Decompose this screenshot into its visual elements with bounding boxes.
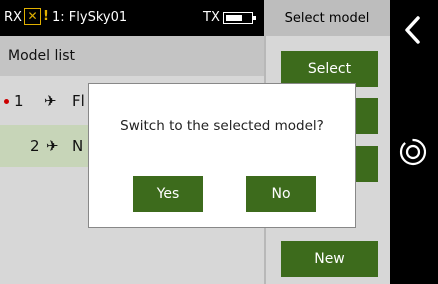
model-name: Fl xyxy=(72,92,85,110)
yes-button[interactable]: Yes xyxy=(133,176,203,212)
page-title: Select model xyxy=(264,0,390,36)
no-button[interactable]: No xyxy=(246,176,316,212)
new-model-button[interactable]: New xyxy=(281,241,378,277)
status-bar: RX ✕ ! 1: FlySky01 TX xyxy=(0,0,264,36)
model-list-header: Model list xyxy=(0,36,264,76)
select-button[interactable]: Select xyxy=(281,51,378,87)
warning-icon: ! xyxy=(43,9,49,24)
back-chevron-icon[interactable] xyxy=(390,10,438,50)
airplane-icon: ✈ xyxy=(46,137,59,155)
active-model-dot xyxy=(4,99,9,104)
confirm-dialog: Switch to the selected model? Yes No xyxy=(88,83,356,228)
rx-error-icon: ✕ xyxy=(24,8,41,25)
model-select-screen: RX ✕ ! 1: FlySky01 TX Select model Model… xyxy=(0,0,390,284)
system-nav-bar xyxy=(390,0,438,284)
rx-label: RX xyxy=(4,10,22,25)
home-circle-icon[interactable] xyxy=(390,128,438,176)
model-name: N xyxy=(72,137,84,155)
model-number: 2 xyxy=(30,137,40,155)
model-number: 1 xyxy=(14,92,24,110)
dialog-message: Switch to the selected model? xyxy=(120,118,324,134)
airplane-icon: ✈ xyxy=(44,92,57,110)
battery-icon xyxy=(223,12,256,24)
tx-label: TX xyxy=(203,10,220,25)
current-model-name: 1: FlySky01 xyxy=(52,10,128,25)
